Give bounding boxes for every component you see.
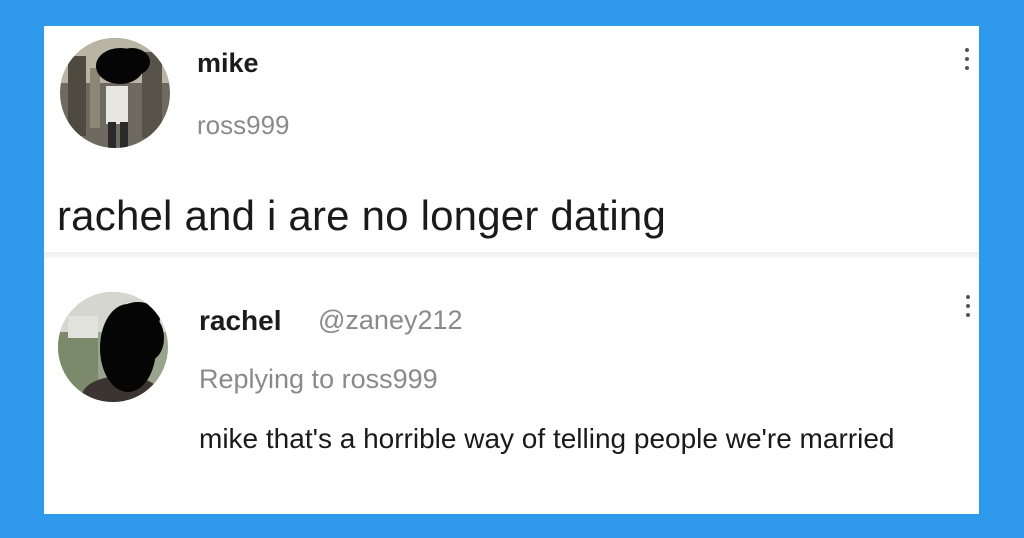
divider	[44, 252, 979, 258]
reply-text: mike that's a horrible way of telling pe…	[199, 423, 895, 454]
reply-display-name[interactable]: rachel	[199, 305, 282, 337]
post-display-name[interactable]: mike	[197, 48, 259, 79]
tweet-card: mike ross999 rachel and i are no longer …	[44, 26, 979, 514]
post-more-menu-icon[interactable]	[963, 48, 971, 70]
post-username[interactable]: ross999	[197, 110, 290, 141]
post-text: rachel and i are no longer dating	[57, 192, 667, 239]
reply-avatar[interactable]	[58, 292, 168, 402]
user-photo-icon	[58, 292, 168, 402]
user-photo-icon	[60, 38, 170, 148]
reply-more-menu-icon[interactable]	[964, 295, 972, 317]
replying-to-label[interactable]: Replying to ross999	[199, 364, 438, 395]
post-avatar[interactable]	[60, 38, 170, 148]
reply-username[interactable]: @zaney212	[318, 305, 463, 336]
